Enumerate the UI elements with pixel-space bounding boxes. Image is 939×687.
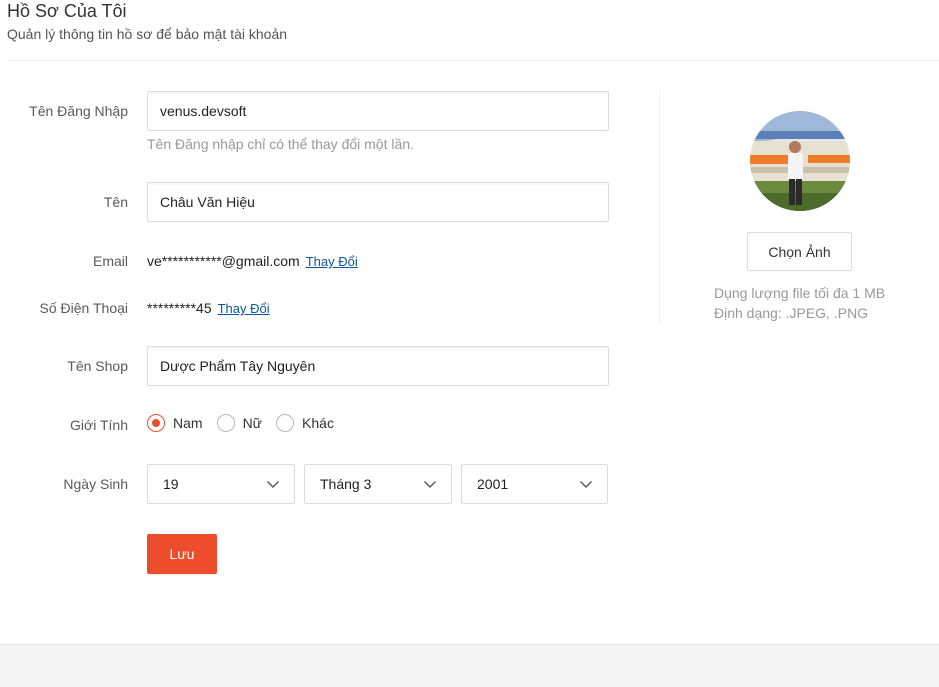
avatar: [750, 111, 850, 211]
gender-option-label: Khác: [302, 415, 334, 431]
gender-option-nam[interactable]: Nam: [147, 414, 203, 432]
phone-row: *********45 Thay Đổi: [147, 300, 270, 316]
shop-label: Tên Shop: [67, 358, 128, 374]
birthday-label: Ngày Sinh: [63, 476, 128, 492]
name-label: Tên: [103, 194, 128, 210]
year-value: 2001: [477, 476, 509, 492]
gender-option-label: Nam: [173, 415, 203, 431]
email-row: ve***********@gmail.com Thay Đổi: [147, 253, 358, 269]
gender-option-nu[interactable]: Nữ: [216, 414, 263, 432]
change-phone-link[interactable]: Thay Đổi: [218, 301, 270, 316]
page-header: Hồ Sơ Của Tôi Quản lý thông tin hồ sơ để…: [7, 0, 287, 43]
username-field[interactable]: venus.devsoft: [147, 91, 609, 131]
shop-name-field[interactable]: Dược Phẩm Tây Nguyên: [147, 346, 609, 386]
radio-checked-icon[interactable]: [147, 414, 165, 432]
gender-label: Giới Tính: [70, 417, 128, 433]
name-field[interactable]: Châu Văn Hiệu: [147, 182, 609, 222]
file-size-note: Dụng lượng file tối đa 1 MB: [714, 285, 886, 301]
username-label: Tên Đăng Nhập: [29, 103, 128, 119]
save-button[interactable]: Lưu: [147, 534, 217, 574]
header-divider: [7, 60, 939, 61]
birthday-month-select[interactable]: Tháng 3: [304, 464, 452, 504]
page-footer: [0, 644, 939, 687]
email-label: Email: [92, 253, 128, 269]
gender-option-label: Nữ: [242, 415, 263, 431]
avatar-photo: [750, 111, 850, 211]
email-value: ve***********@gmail.com: [147, 253, 300, 269]
phone-value: *********45: [147, 300, 212, 316]
birthday-day-select[interactable]: 19: [147, 464, 295, 504]
chevron-down-icon: [267, 481, 279, 488]
day-value: 19: [163, 476, 179, 492]
gender-option-khac[interactable]: Khác: [276, 414, 334, 432]
page-subtitle: Quản lý thông tin hồ sơ để bảo mật tài k…: [7, 26, 288, 42]
panel-divider: [659, 91, 660, 324]
choose-image-button[interactable]: Chọn Ảnh: [747, 232, 852, 271]
month-value: Tháng 3: [320, 476, 372, 492]
username-hint: Tên Đăng nhập chỉ có thể thay đổi một lầ…: [147, 136, 414, 152]
chevron-down-icon: [580, 481, 592, 488]
gender-radio-group: Nam Nữ Khác: [147, 414, 348, 432]
radio-unchecked-icon[interactable]: [276, 414, 295, 432]
radio-unchecked-icon[interactable]: [216, 414, 235, 432]
file-format-note: Định dạng: .JPEG, .PNG: [714, 305, 869, 321]
change-email-link[interactable]: Thay Đổi: [306, 254, 358, 269]
birthday-year-select[interactable]: 2001: [461, 464, 608, 504]
chevron-down-icon: [424, 481, 436, 488]
phone-label: Số Điện Thoại: [39, 300, 128, 316]
page-title: Hồ Sơ Của Tôi: [7, 1, 127, 21]
